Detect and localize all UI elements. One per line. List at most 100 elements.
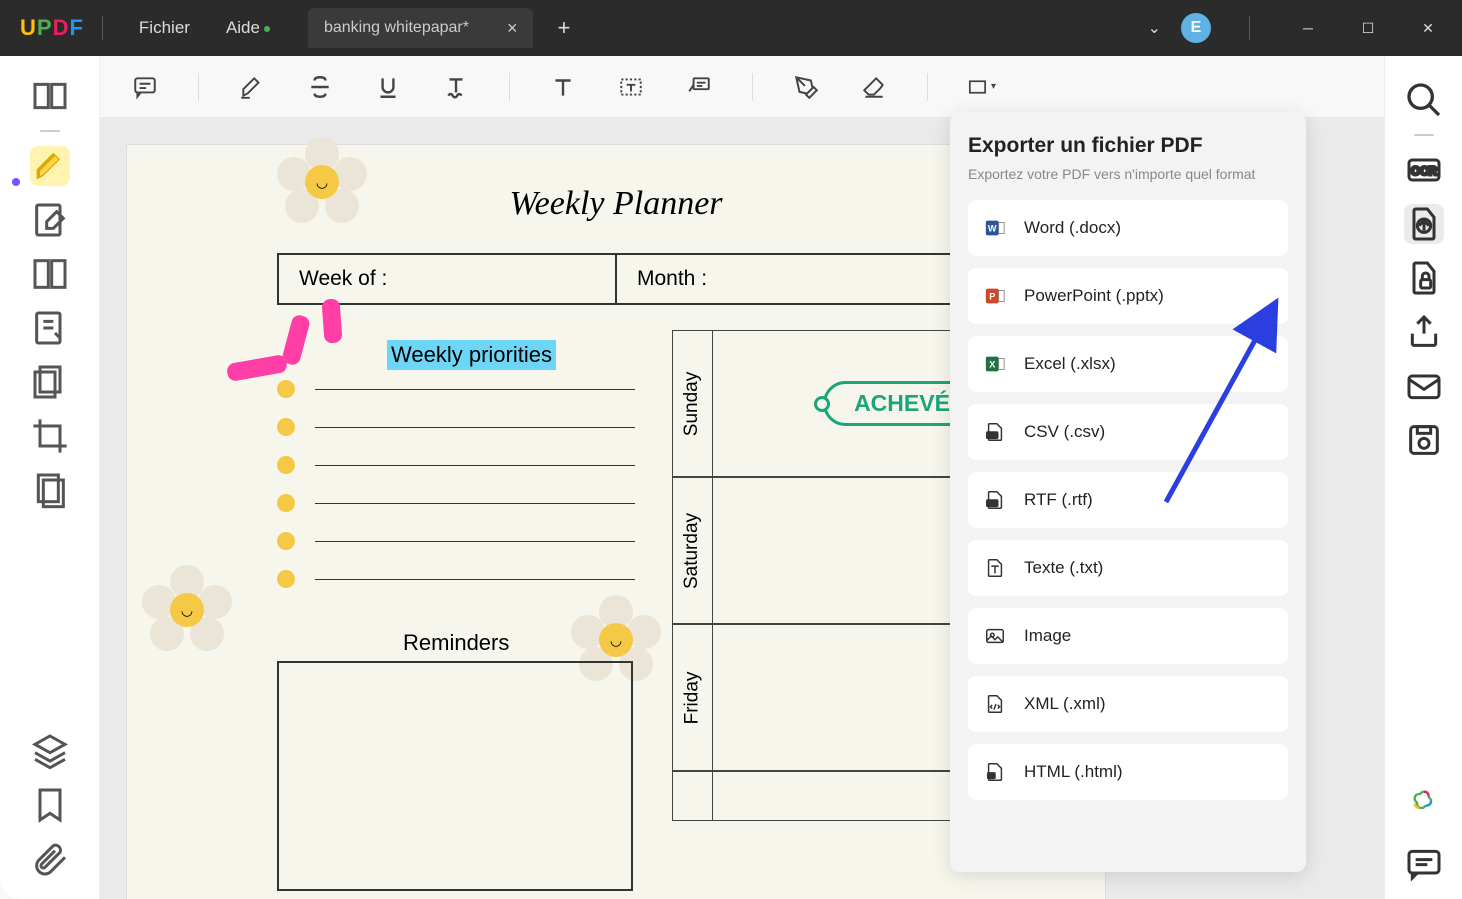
export-icon[interactable] bbox=[1404, 204, 1444, 244]
svg-text:RTF: RTF bbox=[987, 501, 997, 507]
menu-help-label: Aide bbox=[226, 18, 260, 37]
chevron-down-icon[interactable]: ⌄ bbox=[1148, 18, 1161, 38]
bookmark-icon[interactable] bbox=[30, 785, 70, 825]
flower-decoration: ◡ bbox=[277, 137, 367, 227]
export-rtf[interactable]: RTF RTF (.rtf) bbox=[968, 472, 1288, 528]
svg-text:X: X bbox=[989, 360, 996, 370]
protect-icon[interactable] bbox=[1404, 258, 1444, 298]
edit-tool-icon[interactable] bbox=[30, 200, 70, 240]
word-icon: W bbox=[984, 217, 1006, 239]
export-label: CSV (.csv) bbox=[1024, 422, 1105, 442]
callout-icon[interactable] bbox=[684, 72, 714, 102]
svg-text:W: W bbox=[988, 224, 997, 234]
highlighter-icon[interactable] bbox=[237, 72, 267, 102]
xml-icon bbox=[984, 693, 1006, 715]
month-cell: Month : bbox=[617, 255, 953, 303]
menu-file[interactable]: Fichier bbox=[121, 18, 208, 38]
export-image[interactable]: Image bbox=[968, 608, 1288, 664]
priorities-list bbox=[277, 380, 635, 608]
squiggly-icon[interactable] bbox=[441, 72, 471, 102]
reminders-box bbox=[277, 661, 633, 891]
notification-dot bbox=[264, 26, 270, 32]
right-sidebar: OCR bbox=[1384, 56, 1462, 899]
watermark-tool-icon[interactable] bbox=[30, 470, 70, 510]
comment-icon[interactable] bbox=[130, 72, 160, 102]
text-icon[interactable] bbox=[548, 72, 578, 102]
export-title: Exporter un fichier PDF bbox=[968, 134, 1288, 158]
user-avatar[interactable]: E bbox=[1181, 13, 1211, 43]
export-label: XML (.xml) bbox=[1024, 694, 1106, 714]
separator bbox=[102, 16, 103, 40]
image-icon bbox=[984, 625, 1006, 647]
shape-icon[interactable]: ▾ bbox=[966, 72, 996, 102]
separator bbox=[752, 73, 753, 101]
content-area: ▾ ◡ ◡ ◡ Weekly Planner bbox=[100, 56, 1384, 899]
export-label: PowerPoint (.pptx) bbox=[1024, 286, 1164, 306]
export-label: Texte (.txt) bbox=[1024, 558, 1103, 578]
mail-icon[interactable] bbox=[1404, 366, 1444, 406]
menu-help[interactable]: Aide bbox=[208, 18, 278, 38]
rtf-icon: RTF bbox=[984, 489, 1006, 511]
search-icon[interactable] bbox=[1404, 80, 1444, 120]
export-panel: Exporter un fichier PDF Exportez votre P… bbox=[950, 112, 1306, 872]
eraser-icon[interactable] bbox=[859, 72, 889, 102]
minimize-button[interactable]: ─ bbox=[1288, 12, 1328, 44]
separator bbox=[1414, 134, 1434, 136]
strikethrough-icon[interactable] bbox=[305, 72, 335, 102]
export-subtitle: Exportez votre PDF vers n'importe quel f… bbox=[968, 166, 1288, 182]
close-tab-icon[interactable]: × bbox=[507, 18, 518, 39]
svg-text:CSV: CSV bbox=[987, 433, 998, 439]
svg-text:H: H bbox=[990, 773, 993, 778]
share-icon[interactable] bbox=[1404, 312, 1444, 352]
export-label: RTF (.rtf) bbox=[1024, 490, 1093, 510]
reminders-label: Reminders bbox=[403, 630, 509, 656]
export-html[interactable]: H HTML (.html) bbox=[968, 744, 1288, 800]
export-label: HTML (.html) bbox=[1024, 762, 1123, 782]
export-excel[interactable]: X Excel (.xlsx) bbox=[968, 336, 1288, 392]
indicator-dot bbox=[12, 178, 20, 186]
powerpoint-icon: P bbox=[984, 285, 1006, 307]
tab-title: banking whitepapar* bbox=[324, 19, 469, 37]
save-icon[interactable] bbox=[1404, 420, 1444, 460]
pencil-icon[interactable] bbox=[791, 72, 821, 102]
separator bbox=[40, 130, 60, 132]
chat-icon[interactable] bbox=[1404, 843, 1444, 883]
priorities-label: Weekly priorities bbox=[387, 340, 556, 370]
maximize-button[interactable]: ☐ bbox=[1348, 12, 1388, 44]
ai-assistant-icon[interactable] bbox=[1404, 781, 1444, 821]
form-tool-icon[interactable] bbox=[30, 308, 70, 348]
export-word[interactable]: W Word (.docx) bbox=[968, 200, 1288, 256]
html-icon: H bbox=[984, 761, 1006, 783]
highlight-tool-icon[interactable] bbox=[30, 146, 70, 186]
export-xml[interactable]: XML (.xml) bbox=[968, 676, 1288, 732]
text-icon bbox=[984, 557, 1006, 579]
excel-icon: X bbox=[984, 353, 1006, 375]
page-tool-icon[interactable] bbox=[30, 254, 70, 294]
svg-text:OCR: OCR bbox=[1411, 165, 1437, 178]
separator bbox=[1249, 16, 1250, 40]
day-label: Sunday bbox=[682, 371, 704, 435]
main-area: ▾ ◡ ◡ ◡ Weekly Planner bbox=[0, 56, 1462, 899]
week-header-table: Week of : Month : bbox=[277, 253, 955, 305]
annotation-toolbar: ▾ bbox=[100, 56, 1384, 118]
export-label: Excel (.xlsx) bbox=[1024, 354, 1116, 374]
export-label: Image bbox=[1024, 626, 1071, 646]
reader-mode-icon[interactable] bbox=[30, 76, 70, 116]
layers-icon[interactable] bbox=[30, 731, 70, 771]
ocr-icon[interactable]: OCR bbox=[1404, 150, 1444, 190]
attachment-icon[interactable] bbox=[30, 839, 70, 879]
export-csv[interactable]: CSV CSV (.csv) bbox=[968, 404, 1288, 460]
underline-icon[interactable] bbox=[373, 72, 403, 102]
export-format-list: W Word (.docx) P PowerPoint (.pptx) X Excel… bbox=[968, 200, 1288, 800]
export-powerpoint[interactable]: P PowerPoint (.pptx) bbox=[968, 268, 1288, 324]
export-text[interactable]: Texte (.txt) bbox=[968, 540, 1288, 596]
document-tab[interactable]: banking whitepapar* × bbox=[308, 8, 534, 48]
add-tab-button[interactable]: + bbox=[557, 15, 570, 41]
flower-decoration: ◡ bbox=[142, 565, 232, 655]
week-of-cell: Week of : bbox=[279, 255, 617, 303]
pages-tool-icon[interactable] bbox=[30, 362, 70, 402]
close-button[interactable]: ✕ bbox=[1408, 12, 1448, 44]
crop-tool-icon[interactable] bbox=[30, 416, 70, 456]
textbox-icon[interactable] bbox=[616, 72, 646, 102]
export-label: Word (.docx) bbox=[1024, 218, 1121, 238]
